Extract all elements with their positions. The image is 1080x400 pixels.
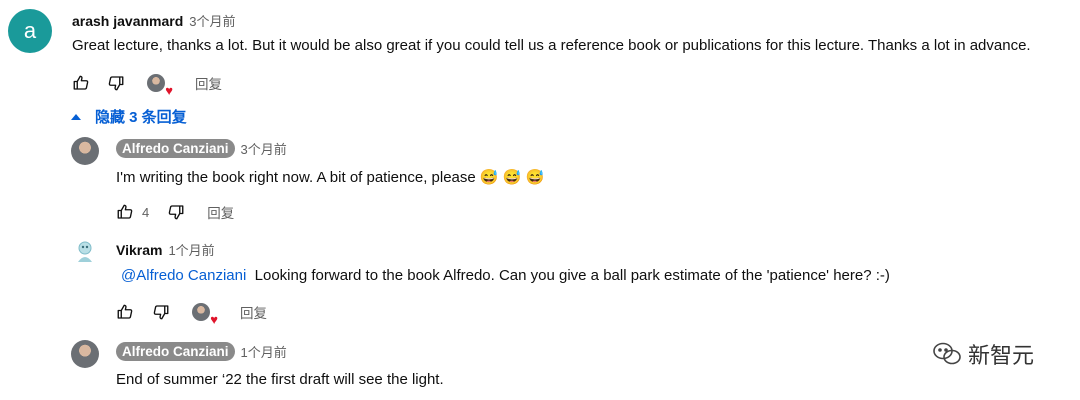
like-button[interactable] bbox=[116, 203, 134, 221]
hide-replies-label: 隐藏 3 条回复 bbox=[95, 109, 187, 126]
reply-author-chip[interactable]: Alfredo Canziani bbox=[116, 342, 235, 361]
like-count: 4 bbox=[142, 204, 150, 220]
thumbs-up-icon bbox=[117, 204, 133, 219]
reply-avatar[interactable] bbox=[71, 238, 99, 266]
creator-heart-badge: ♥ bbox=[147, 74, 173, 97]
reply-actions: ♥ 回复 bbox=[116, 302, 267, 326]
reply-actions: 4 回复 bbox=[116, 202, 234, 222]
reply-author[interactable]: Vikram bbox=[116, 242, 162, 258]
thumbs-up-icon bbox=[73, 75, 89, 90]
thumbs-down-icon bbox=[153, 305, 169, 320]
dislike-button[interactable] bbox=[167, 203, 185, 221]
reply-header: Vikram 1个月前 bbox=[116, 240, 215, 259]
comment-text: Great lecture, thanks a lot. But it woul… bbox=[72, 37, 1031, 54]
mention-link[interactable]: @Alfredo Canziani bbox=[121, 267, 246, 284]
reply-avatar[interactable] bbox=[71, 340, 99, 368]
caret-up-icon bbox=[71, 113, 81, 120]
comment-time[interactable]: 3个月前 bbox=[189, 11, 235, 30]
reply-time[interactable]: 3个月前 bbox=[241, 139, 287, 158]
reply-time[interactable]: 1个月前 bbox=[241, 342, 287, 361]
reply-text: @Alfredo Canziani Looking forward to the… bbox=[121, 267, 890, 284]
like-button[interactable] bbox=[72, 74, 90, 92]
wechat-icon bbox=[933, 342, 961, 365]
reply-text: I'm writing the book right now. A bit of… bbox=[116, 169, 545, 186]
reply-button[interactable]: 回复 bbox=[240, 302, 267, 322]
comment-author[interactable]: arash javanmard bbox=[72, 13, 183, 29]
reply-time[interactable]: 1个月前 bbox=[168, 240, 214, 259]
reply-header: Alfredo Canziani 1个月前 bbox=[116, 342, 287, 361]
comment-actions: ♥ 回复 bbox=[72, 73, 222, 97]
thumbs-down-icon bbox=[108, 76, 124, 91]
comment-header: arash javanmard 3个月前 bbox=[72, 11, 236, 30]
reply-button[interactable]: 回复 bbox=[195, 73, 222, 93]
reply-header: Alfredo Canziani 3个月前 bbox=[116, 139, 287, 158]
reply-body: Looking forward to the book Alfredo. Can… bbox=[254, 267, 890, 284]
watermark: 新智元 bbox=[932, 338, 1034, 370]
thumbs-up-icon bbox=[117, 304, 133, 319]
reply-author-chip[interactable]: Alfredo Canziani bbox=[116, 139, 235, 158]
avatar-letter: a bbox=[23, 18, 37, 43]
avatar[interactable]: a bbox=[8, 9, 52, 53]
like-button[interactable] bbox=[116, 303, 134, 321]
heart-icon: ♥ bbox=[210, 312, 218, 327]
dislike-button[interactable] bbox=[152, 303, 170, 321]
dislike-button[interactable] bbox=[107, 74, 125, 92]
heart-icon: ♥ bbox=[165, 83, 173, 98]
creator-heart-badge: ♥ bbox=[192, 303, 218, 326]
reply-text: End of summer ‘22 the first draft will s… bbox=[116, 371, 444, 388]
hide-replies-toggle[interactable]: 隐藏 3 条回复 bbox=[70, 106, 187, 127]
watermark-text: 新智元 bbox=[968, 343, 1035, 368]
reply-avatar[interactable] bbox=[71, 137, 99, 165]
robot-avatar-icon bbox=[78, 241, 92, 262]
reply-button[interactable]: 回复 bbox=[207, 202, 234, 222]
thumbs-down-icon bbox=[168, 205, 184, 220]
